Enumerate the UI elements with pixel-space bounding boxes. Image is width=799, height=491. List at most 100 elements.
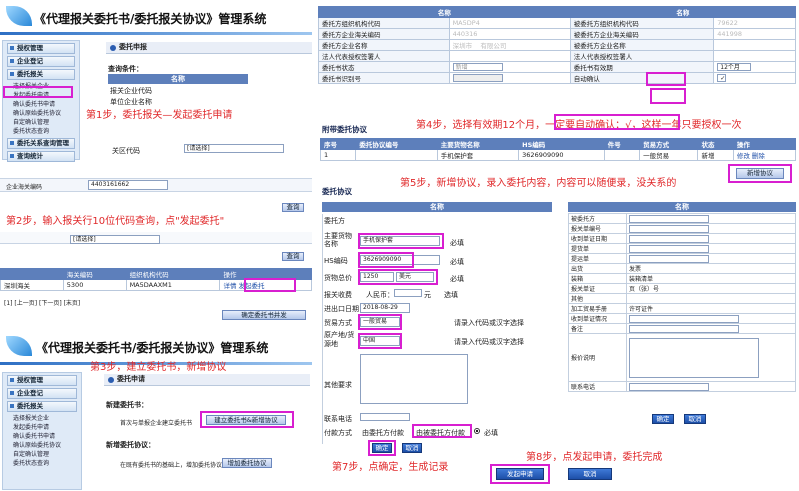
rf6-opt[interactable]: 发票 xyxy=(629,266,641,273)
menu2-sub-original[interactable]: 确认原始委托协议 xyxy=(3,441,81,450)
form-cancel-button[interactable]: 取消 xyxy=(402,443,422,453)
panel1-code-label: 关区代码 xyxy=(112,147,140,155)
annotation-step8: 第8步，点发起申请，委托完成 xyxy=(526,452,663,463)
v4 xyxy=(448,50,571,62)
menu-relation[interactable]: 委托关系查询管理 xyxy=(7,138,75,149)
rf15-input[interactable] xyxy=(629,382,709,391)
panel2-select[interactable]: [请选择] xyxy=(70,235,160,244)
pager[interactable]: [1] [上一页] [下一页] [末页] xyxy=(4,298,80,307)
l1: 委托方组织机构代码 xyxy=(318,17,450,29)
rf3v xyxy=(626,233,796,244)
title-underline xyxy=(0,32,312,35)
menu-sub-auto[interactable]: 自定确认管理 xyxy=(3,118,79,127)
rf11[interactable]: 许可证件 xyxy=(629,306,653,313)
annotation-step1: 第1步，委托报关—发起委托申请 xyxy=(86,110,233,121)
logo-leaf-icon-2 xyxy=(6,336,32,356)
v3: 深圳市 xyxy=(452,42,473,50)
panel3-header-label: 委托申请 xyxy=(117,375,145,383)
status-select[interactable]: 新增 xyxy=(452,63,503,71)
attach-op[interactable]: 修改 删除 xyxy=(732,149,797,161)
v1: MA5DP4 xyxy=(448,17,571,29)
rf13v xyxy=(626,323,796,334)
optional-label: 选填 xyxy=(444,291,458,299)
menu-register[interactable]: 企业登记 xyxy=(7,56,75,67)
pay-option-1[interactable]: 由委托方付款 xyxy=(362,428,404,438)
bottom-cancel-button[interactable]: 取消 xyxy=(568,468,612,480)
menu-auth[interactable]: 授权管理 xyxy=(7,43,75,54)
auto-confirm-checkbox[interactable]: ✓ xyxy=(717,74,727,82)
menu-sub-status[interactable]: 委托状态查询 xyxy=(3,127,79,136)
menu2-auth[interactable]: 授权管理 xyxy=(7,375,77,386)
col-code: 海关编码 xyxy=(62,268,127,280)
pay-radio-icon[interactable] xyxy=(474,428,480,434)
r2: 被委托方企业海关编码 xyxy=(569,28,715,40)
rf13-input[interactable] xyxy=(629,324,739,333)
rf3-input[interactable] xyxy=(629,234,709,243)
col-area xyxy=(0,268,64,280)
attach-col-4: 件号 xyxy=(603,138,641,150)
date-input[interactable]: 2018-08-29 xyxy=(360,303,410,313)
menu2-sub-auto[interactable]: 自定确认管理 xyxy=(3,450,81,459)
rf1: 被委托方 xyxy=(568,213,627,224)
other-textarea[interactable] xyxy=(360,354,468,404)
rf5-input[interactable] xyxy=(629,254,709,263)
validity-select[interactable]: 12个月 xyxy=(717,63,752,71)
panel2-query-button[interactable]: 查询 xyxy=(282,252,304,261)
rf9: 其他 xyxy=(568,293,627,304)
menu2-sub-status[interactable]: 委托状态查询 xyxy=(3,459,81,468)
f-goods: 主要货物名称 xyxy=(324,232,352,248)
customs-area-select[interactable]: [请选择] xyxy=(184,144,284,153)
system-title-2: 《代理报关委托书/委托报关协议》管理系统 xyxy=(36,341,269,355)
menu2-customs[interactable]: 委托报关 xyxy=(7,401,77,412)
rf7: 装箱 xyxy=(568,273,627,284)
menu-sub-original[interactable]: 确认原始委托协议 xyxy=(3,109,79,118)
right-confirm-button[interactable]: 确定 xyxy=(652,414,674,424)
id-input[interactable] xyxy=(452,74,503,82)
rf6v: 发票 xyxy=(626,263,796,274)
highlight-add xyxy=(728,164,792,183)
logo-leaf-icon xyxy=(6,6,32,26)
menu-customs[interactable]: 委托报关 xyxy=(7,69,75,80)
phone-input[interactable] xyxy=(360,413,410,421)
right-form: 被委托方 报关单编号 收到单证日期 提货单 提运单 出货 发票 装箱 装箱清单 报关… xyxy=(568,213,796,392)
rf6: 出货 xyxy=(568,263,627,274)
rmb-label: 人民币： xyxy=(366,291,394,299)
rf2: 报关单编号 xyxy=(568,223,627,234)
f-hs: HS编码 xyxy=(324,257,348,265)
r1: 被委托方组织机构代码 xyxy=(569,17,715,29)
right-cancel-button[interactable]: 取消 xyxy=(684,414,706,424)
company-code-label: 企业海关编码 xyxy=(6,184,43,191)
panel1-name-col: 名称 xyxy=(108,74,248,84)
rf2-input[interactable] xyxy=(629,224,709,233)
menu2-sub-apply[interactable]: 发起委托申请 xyxy=(3,423,81,432)
rf7-opt[interactable]: 装箱清单 xyxy=(629,276,653,283)
menu2-sub-select[interactable]: 选择报关企业 xyxy=(3,414,81,423)
sidebar-menu-2: 授权管理 企业登记 委托报关 选择报关企业 发起委托申请 确认委托书申请 确认原… xyxy=(2,372,82,490)
rf1v xyxy=(626,213,796,224)
fee-input[interactable] xyxy=(394,289,422,297)
menu-sub-confirm[interactable]: 确认委托书申请 xyxy=(3,100,79,109)
attach-id xyxy=(355,149,438,161)
add-agreement-button[interactable]: 增加委托协议 xyxy=(222,458,272,468)
rf12-input[interactable] xyxy=(629,314,739,323)
menu2-register[interactable]: 企业登记 xyxy=(7,388,77,399)
rf4-input[interactable] xyxy=(629,244,709,253)
menu2-sub-confirm[interactable]: 确认委托书申请 xyxy=(3,432,81,441)
l3: 委托方企业名称 xyxy=(318,39,450,51)
hl-origin xyxy=(358,333,402,349)
attach-title: 附带委托协议 xyxy=(322,125,367,134)
confirm-delegation-button[interactable]: 确定委托书并发 xyxy=(222,310,306,320)
attach-goods: 手机保护套 xyxy=(436,149,520,161)
query-button[interactable]: 查询 xyxy=(282,203,304,212)
l2: 委托方企业海关编码 xyxy=(318,28,450,40)
f-client: 委托方 xyxy=(324,217,345,225)
company-code-input[interactable]: 4403161662 xyxy=(88,180,168,190)
menu-stats[interactable]: 查询统计 xyxy=(7,151,75,162)
rf8: 报关单证 xyxy=(568,283,627,294)
rv3 xyxy=(713,39,796,51)
f-phone: 联系电话 xyxy=(324,415,352,423)
form-name-col: 名称 xyxy=(322,202,552,212)
panel1-header-label: 委托申报 xyxy=(119,43,147,51)
rf14-textarea[interactable] xyxy=(629,337,759,378)
rf1-input[interactable] xyxy=(629,214,709,223)
